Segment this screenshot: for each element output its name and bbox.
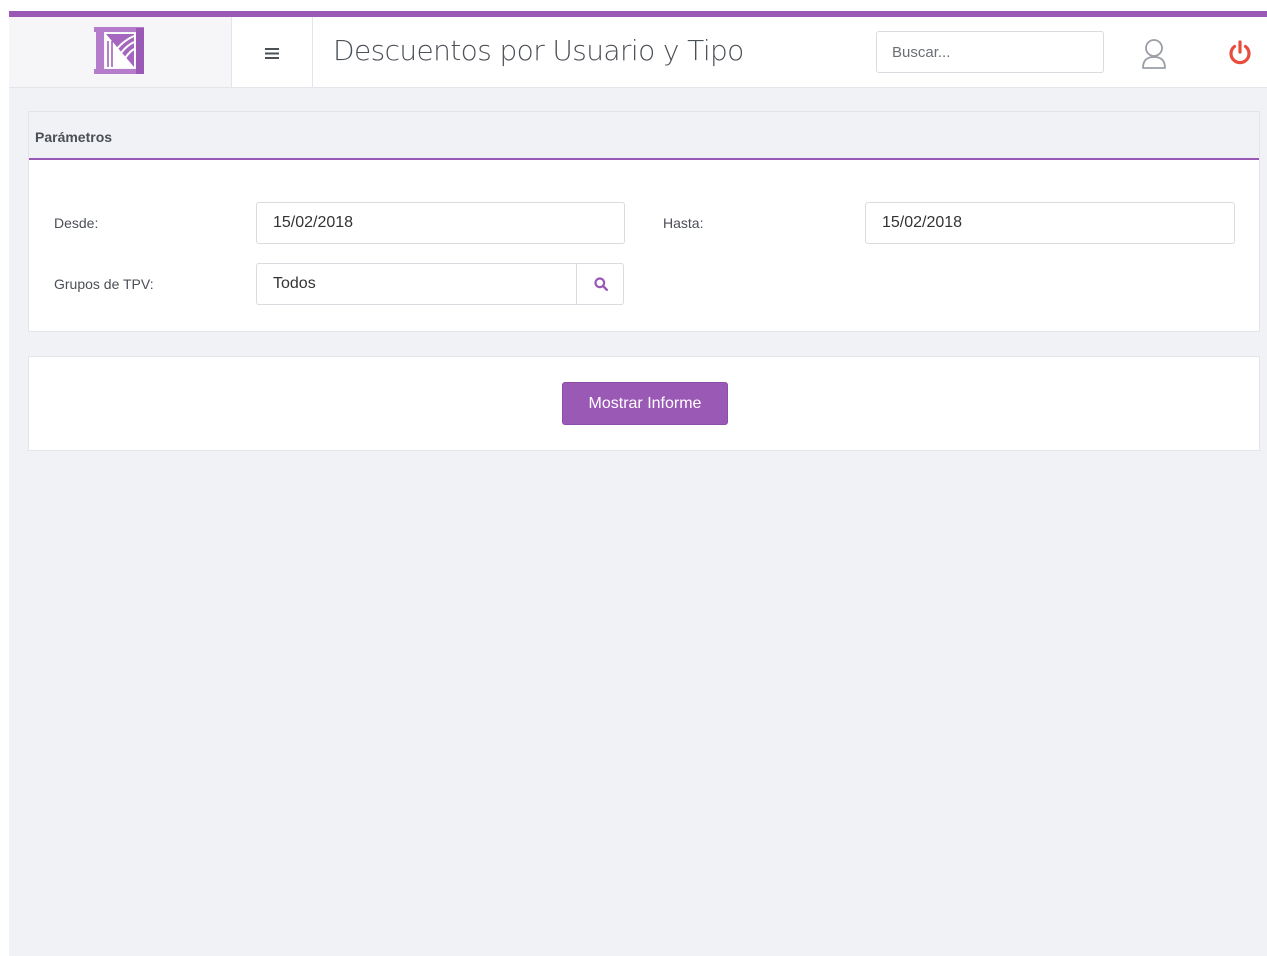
parameters-title: Parámetros xyxy=(35,129,113,145)
show-report-button[interactable]: Mostrar Informe xyxy=(562,382,728,425)
hamburger-icon xyxy=(265,48,279,59)
bridge-logo-icon xyxy=(94,27,144,74)
logout-button[interactable] xyxy=(1226,39,1254,67)
actions-panel: Mostrar Informe xyxy=(28,356,1260,451)
grupos-tpv-label: Grupos de TPV: xyxy=(54,276,154,292)
grupos-tpv-field[interactable] xyxy=(256,263,577,305)
top-header: Descuentos por Usuario y Tipo xyxy=(9,17,1267,88)
parameters-panel: Parámetros Desde: Hasta: Grupos de TPV: xyxy=(28,111,1260,332)
page-title: Descuentos por Usuario y Tipo xyxy=(333,34,744,67)
search-icon xyxy=(594,277,608,291)
logo-area[interactable] xyxy=(9,17,232,87)
user-menu-button[interactable] xyxy=(1139,37,1169,69)
app-window: Descuentos por Usuario y Tipo Parámetros… xyxy=(9,11,1267,956)
desde-date-field[interactable] xyxy=(256,202,625,244)
hasta-date-field[interactable] xyxy=(865,202,1235,244)
user-icon xyxy=(1142,39,1166,69)
search-input[interactable] xyxy=(876,31,1104,73)
parameters-panel-heading: Parámetros xyxy=(29,112,1259,160)
grupos-tpv-lookup-button[interactable] xyxy=(576,263,624,305)
desde-label: Desde: xyxy=(54,215,99,231)
power-icon xyxy=(1229,40,1251,65)
menu-toggle-button[interactable] xyxy=(232,17,313,87)
hasta-label: Hasta: xyxy=(663,215,704,231)
